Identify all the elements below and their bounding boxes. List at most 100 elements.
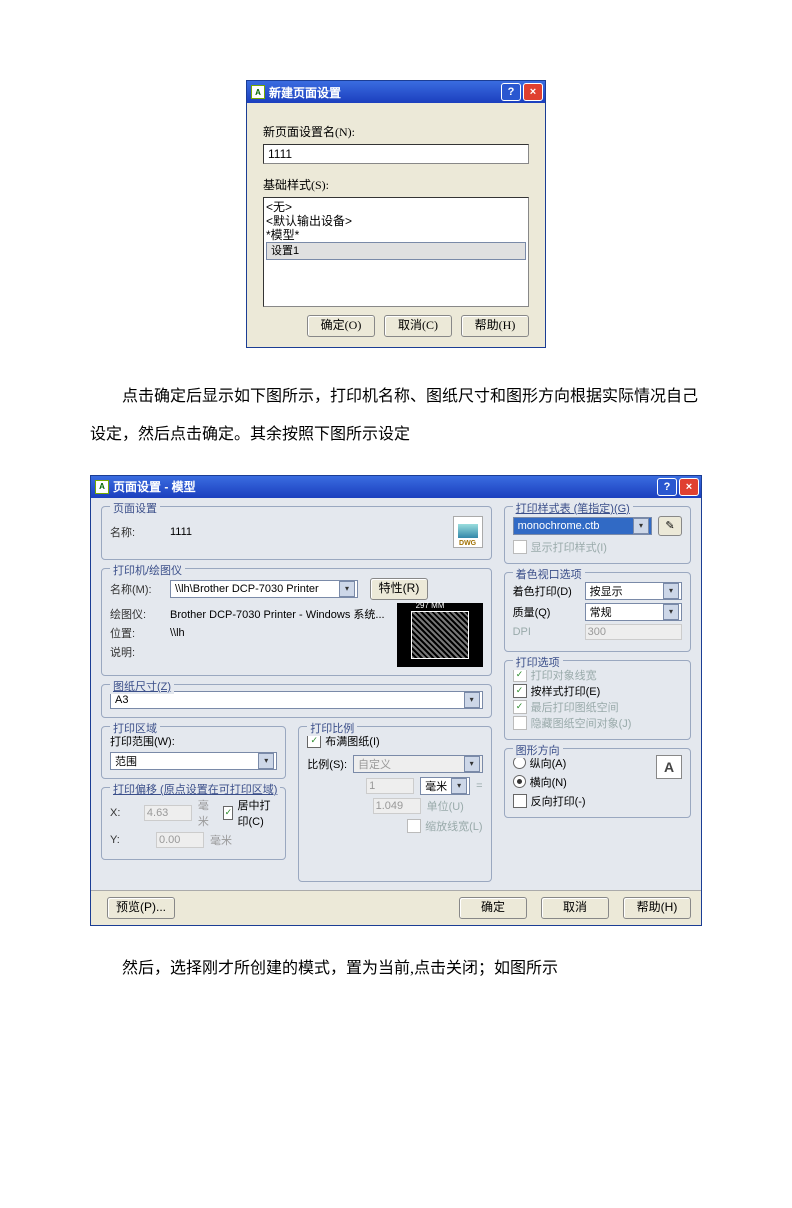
opt-last-paperspace-checkbox: ✓最后打印图纸空间 [513,699,682,715]
group-print-offset: 打印偏移 (原点设置在可打印区域) X: 毫米 ✓居中打印(C) Y: [101,787,286,860]
bottom-bar: 预览(P)... 确定 取消 帮助(H) [91,890,701,925]
help-icon[interactable]: ? [501,83,521,101]
doc-paragraph: 点击确定后显示如下图所示，打印机名称、图纸尺寸和图形方向根据实际情况自己设定，然… [90,378,702,455]
base-style-label: 基础样式(S): [263,176,529,193]
quality-label: 质量(Q) [513,604,579,620]
group-title: 打印选项 [513,654,563,670]
printer-select[interactable]: \\lh\Brother DCP-7030 Printer▾ [170,580,358,598]
where-value: \\lh [170,627,185,639]
shade-select[interactable]: 按显示▾ [585,582,682,600]
chevron-down-icon: ▾ [451,778,467,794]
equals-icon: = [476,780,482,792]
titlebar[interactable]: A 新建页面设置 ? × [247,81,545,103]
dpi-input [585,624,682,640]
x-label: X: [110,807,138,819]
scale-label: 比例(S): [307,756,347,772]
group-title[interactable]: 图纸尺寸(Z) [110,678,174,694]
help-button[interactable]: 帮助(H) [461,315,529,337]
desc-label: 说明: [110,644,164,660]
group-printer: 打印机/绘图仪 名称(M): \\lh\Brother DCP-7030 Pri… [101,568,492,676]
group-title: 打印比例 [307,720,357,736]
group-orientation: 图形方向 纵向(A) 横向(N) 反向打印(-) A [504,748,691,818]
new-page-setup-dialog: A 新建页面设置 ? × 新页面设置名(N): 基础样式(S): <无> <默认… [246,80,546,348]
ok-button[interactable]: 确定 [459,897,527,919]
orientation-icon: A [656,755,682,779]
help-icon[interactable]: ? [657,478,677,496]
plotter-value: Brother DCP-7030 Printer - Windows 系统... [170,606,385,622]
where-label: 位置: [110,625,164,641]
opt-hide-paperspace-checkbox: 隐藏图纸空间对象(J) [513,715,682,731]
properties-button[interactable]: 特性(R) [370,578,428,600]
chevron-down-icon: ▾ [464,692,480,708]
unit-label: 毫米 [198,797,218,829]
x-input[interactable] [144,805,192,821]
chevron-down-icon: ▾ [663,604,679,620]
doc-paragraph: 然后，选择刚才所创建的模式，置为当前,点击关闭；如图所示 [90,950,702,988]
landscape-radio[interactable]: 横向(N) [513,774,650,790]
unit-select[interactable]: 毫米▾ [420,777,470,795]
group-viewport: 着色视口选项 着色打印(D) 按显示▾ 质量(Q) 常规▾ DPI [504,572,691,652]
group-plot-styles: 打印样式表 (笔指定)(G) monochrome.ctb▾ ✎ 显示打印样式(… [504,506,691,564]
group-title[interactable]: 打印偏移 (原点设置在可打印区域) [110,781,280,797]
help-button[interactable]: 帮助(H) [623,897,691,919]
plotter-label: 绘图仪: [110,606,164,622]
printer-name-label: 名称(M): [110,581,164,597]
shade-label: 着色打印(D) [513,583,579,599]
app-icon: A [251,85,265,99]
opt-bystyle-checkbox[interactable]: ✓按样式打印(E) [513,683,682,699]
dialog-title: 新建页面设置 [269,84,501,101]
chevron-down-icon: ▾ [339,581,355,597]
chevron-down-icon: ▾ [464,756,480,772]
group-title: 着色视口选项 [513,566,585,582]
group-print-options: 打印选项 ✓打印对象线宽 ✓按样式打印(E) ✓最后打印图纸空间 隐藏图纸空间对… [504,660,691,740]
dwg-icon: DWG [453,516,483,548]
group-title[interactable]: 打印样式表 (笔指定)(G) [513,500,633,516]
list-item[interactable]: 设置1 [266,242,526,260]
group-title: 页面设置 [110,500,160,516]
quality-select[interactable]: 常规▾ [585,603,682,621]
edit-style-button[interactable]: ✎ [658,516,682,536]
group-print-area: 打印区域 打印范围(W): 范围▾ [101,726,286,779]
y-input[interactable] [156,832,204,848]
show-styles-checkbox: 显示打印样式(I) [513,539,682,555]
y-label: Y: [110,834,150,846]
titlebar[interactable]: A 页面设置 - 模型 ? × [91,476,701,498]
name-label: 新页面设置名(N): [263,123,529,140]
center-checkbox[interactable]: ✓居中打印(C) [223,797,277,829]
chevron-down-icon: ▾ [258,753,274,769]
scale-den-input[interactable] [373,798,421,814]
scale-select[interactable]: 自定义▾ [353,755,483,773]
unit-label: 单位(U) [427,798,483,814]
ok-button[interactable]: 确定(O) [307,315,375,337]
group-paper-size: 图纸尺寸(Z) A3▾ [101,684,492,718]
cancel-button[interactable]: 取消 [541,897,609,919]
app-icon: A [95,480,109,494]
name-value: 1111 [170,526,192,538]
name-label: 名称: [110,524,164,540]
list-item[interactable]: <无> [266,200,526,214]
close-icon[interactable]: × [679,478,699,496]
list-item[interactable]: *模型* [266,228,526,242]
preview-button[interactable]: 预览(P)... [107,897,175,919]
cancel-button[interactable]: 取消(C) [384,315,452,337]
plot-style-select[interactable]: monochrome.ctb▾ [513,517,652,535]
reverse-checkbox[interactable]: 反向打印(-) [513,793,650,809]
group-title: 打印区域 [110,720,160,736]
group-print-scale: 打印比例 ✓布满图纸(I) 比例(S): 自定义▾ [298,726,491,882]
base-style-list[interactable]: <无> <默认输出设备> *模型* 设置1 [263,197,529,307]
page-setup-dialog: A 页面设置 - 模型 ? × 页面设置 名称: 1111 DWG [90,475,702,926]
scale-num-input[interactable] [366,778,414,794]
unit-label: 毫米 [210,832,238,848]
chevron-down-icon: ▾ [663,583,679,599]
print-range-select[interactable]: 范围▾ [110,752,277,770]
dialog-title: 页面设置 - 模型 [113,478,657,495]
close-icon[interactable]: × [523,83,543,101]
paper-preview: 297 MM [397,603,483,667]
group-page-setup: 页面设置 名称: 1111 DWG [101,506,492,560]
group-title: 打印机/绘图仪 [110,562,185,578]
chevron-down-icon: ▾ [633,518,649,534]
list-item[interactable]: <默认输出设备> [266,214,526,228]
dpi-label: DPI [513,626,579,638]
name-input[interactable] [263,144,529,164]
scale-lineweight-checkbox: 缩放线宽(L) [307,818,482,834]
